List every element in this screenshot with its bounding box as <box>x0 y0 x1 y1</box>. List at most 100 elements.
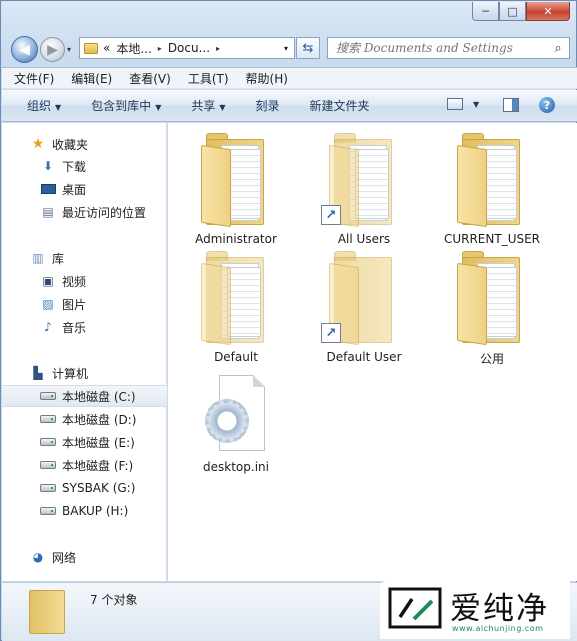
computer-icon: ▙ <box>33 366 43 380</box>
nav-item-drive-g[interactable]: SYSBAK (G:) <box>2 477 167 499</box>
forward-button[interactable]: ▶ <box>40 37 65 62</box>
nav-libraries-label: 库 <box>52 251 65 266</box>
address-bar[interactable]: « 本地... ▸ Docu... ▸ ▾ <box>79 37 295 59</box>
back-arrow-icon: ◀ <box>19 41 30 58</box>
nav-item-videos[interactable]: ▣ 视频 <box>2 270 167 292</box>
search-box[interactable]: ⌕ <box>327 37 570 59</box>
nav-item-music[interactable]: ♪ 音乐 <box>2 316 167 338</box>
file-name: CURRENT_USER <box>443 232 541 246</box>
file-item-default-user[interactable]: ↗ Default User <box>300 249 428 364</box>
nav-network[interactable]: ◕ 网络 <box>2 546 167 568</box>
explorer-window: ─ □ ✕ ◀ ▶ ▾ « 本地... ▸ Docu... ▸ ▾ ⇆ ⌕ 文件… <box>0 0 577 641</box>
settings-file-icon <box>205 375 267 455</box>
folder-icon <box>84 42 98 54</box>
folder-icon: ↗ <box>321 131 399 228</box>
file-item-desktop-ini[interactable]: desktop.ini <box>172 375 300 474</box>
breadcrumb-separator-icon[interactable]: ▸ <box>158 44 162 53</box>
menu-file[interactable]: 文件(F) <box>14 70 54 87</box>
nav-item-desktop[interactable]: 桌面 <box>2 178 167 200</box>
nav-item-label: 下载 <box>62 159 87 174</box>
breadcrumb-item[interactable]: 本地... <box>116 40 151 57</box>
nav-item-label: 本地磁盘 (C:) <box>62 389 136 404</box>
nav-computer[interactable]: ▙ 计算机 <box>2 362 167 384</box>
star-icon: ★ <box>31 136 45 152</box>
nav-item-pictures[interactable]: ▨ 图片 <box>2 293 167 315</box>
change-view-icon[interactable] <box>447 98 463 110</box>
preview-pane-icon[interactable] <box>503 98 519 112</box>
file-name: Administrator <box>195 232 277 246</box>
shortcut-arrow-icon: ↗ <box>321 323 341 343</box>
gear-icon <box>205 399 249 443</box>
nav-item-label: 本地磁盘 (F:) <box>62 458 134 473</box>
library-icon: ▥ <box>32 251 44 265</box>
network-icon: ◕ <box>32 550 44 564</box>
video-icon: ▣ <box>42 274 54 288</box>
file-name: Default <box>214 350 258 364</box>
maximize-button[interactable]: □ <box>499 2 526 21</box>
nav-computer-label: 计算机 <box>52 366 89 381</box>
folder-icon <box>201 249 271 346</box>
folder-icon <box>457 131 527 228</box>
file-item-administrator[interactable]: Administrator <box>172 131 300 246</box>
watermark-brand: 爱纯净 <box>450 591 549 627</box>
organize-button[interactable]: 组织 ▼ <box>27 97 61 114</box>
file-item-default[interactable]: Default <box>172 249 300 364</box>
nav-favorites-label: 收藏夹 <box>52 137 89 152</box>
search-icon[interactable]: ⌕ <box>547 41 569 56</box>
include-in-library-button[interactable]: 包含到库中 ▼ <box>91 97 161 114</box>
menu-view[interactable]: 查看(V) <box>129 70 171 87</box>
close-button[interactable]: ✕ <box>526 2 570 21</box>
menu-edit[interactable]: 编辑(E) <box>71 70 112 87</box>
nav-item-label: SYSBAK (G:) <box>62 481 136 495</box>
help-icon[interactable]: ? <box>539 97 555 113</box>
chevron-down-icon: ▼ <box>155 103 162 112</box>
nav-item-recent-places[interactable]: ▤ 最近访问的位置 <box>2 201 167 223</box>
file-item-current-user[interactable]: CURRENT_USER <box>428 131 556 246</box>
menu-help[interactable]: 帮助(H) <box>246 70 288 87</box>
new-folder-button[interactable]: 新建文件夹 <box>310 97 370 114</box>
share-button[interactable]: 共享 ▼ <box>191 97 225 114</box>
address-dropdown-icon[interactable]: ▾ <box>284 44 288 53</box>
nav-favorites[interactable]: ★ 收藏夹 <box>2 133 167 155</box>
breadcrumb-overflow[interactable]: « <box>103 41 110 55</box>
minimize-button[interactable]: ─ <box>472 2 499 21</box>
navigation-pane: ★ 收藏夹 ⬇ 下载 桌面 ▤ 最近访问的位置 ▥ 库 ▣ 视频 ▨ 图片 ♪ <box>2 123 167 581</box>
nav-libraries[interactable]: ▥ 库 <box>2 247 167 269</box>
watermark-logo-icon <box>388 587 442 629</box>
file-name: Default User <box>326 350 402 364</box>
refresh-icon: ⇆ <box>302 40 314 56</box>
drive-icon <box>40 504 56 518</box>
menu-tools[interactable]: 工具(T) <box>188 70 229 87</box>
file-name: 公用 <box>479 352 504 366</box>
nav-item-label: 音乐 <box>62 320 87 335</box>
burn-button[interactable]: 刻录 <box>256 97 280 114</box>
file-name: desktop.ini <box>203 460 269 474</box>
nav-item-drive-e[interactable]: 本地磁盘 (E:) <box>2 431 167 453</box>
folder-icon <box>201 131 271 228</box>
nav-item-drive-h[interactable]: BAKUP (H:) <box>2 500 167 522</box>
nav-item-label: 视频 <box>62 274 87 289</box>
nav-item-drive-c[interactable]: 本地磁盘 (C:) <box>2 385 167 407</box>
recent-pages-dropdown[interactable]: ▾ <box>67 45 71 54</box>
nav-item-drive-d[interactable]: 本地磁盘 (D:) <box>2 408 167 430</box>
nav-item-downloads[interactable]: ⬇ 下载 <box>2 155 167 177</box>
nav-item-drive-f[interactable]: 本地磁盘 (F:) <box>2 454 167 476</box>
back-button[interactable]: ◀ <box>11 36 38 63</box>
file-item-public[interactable]: 公用 <box>428 249 556 367</box>
nav-item-label: 图片 <box>62 297 87 312</box>
breadcrumb-item[interactable]: Docu... <box>168 41 210 55</box>
pictures-icon: ▨ <box>42 297 54 311</box>
view-options-dropdown-icon[interactable]: ▼ <box>473 100 479 109</box>
file-item-all-users[interactable]: ↗ All Users <box>300 131 428 246</box>
search-input[interactable] <box>328 41 547 55</box>
watermark-url: www.aichunjing.com <box>452 624 544 633</box>
refresh-button[interactable]: ⇆ <box>296 37 320 59</box>
caption-buttons: ─ □ ✕ <box>472 2 570 21</box>
nav-item-label: 本地磁盘 (D:) <box>62 412 137 427</box>
shortcut-arrow-icon: ↗ <box>321 205 341 225</box>
file-list: Administrator ↗ All Users CURRENT_USER D… <box>168 123 577 581</box>
share-label: 共享 <box>191 99 216 113</box>
nav-item-label: 桌面 <box>62 182 87 197</box>
organize-label: 组织 <box>27 99 52 113</box>
breadcrumb-separator-icon[interactable]: ▸ <box>216 44 220 53</box>
